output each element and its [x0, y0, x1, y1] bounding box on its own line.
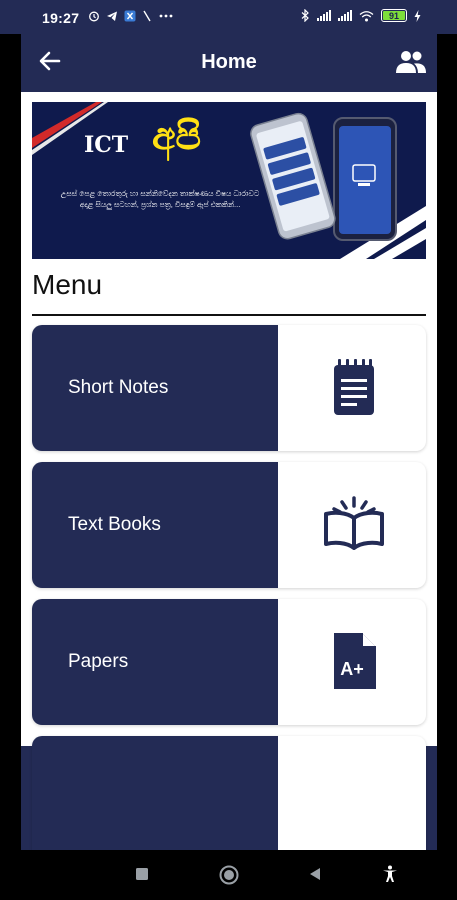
signal-icon — [317, 10, 331, 21]
menu-card-papers[interactable]: Papers A+ — [32, 599, 426, 725]
slash-icon — [143, 10, 151, 22]
menu-card-text-books[interactable]: Text Books — [32, 462, 426, 588]
status-icons-left — [88, 10, 174, 22]
status-icons-right: 91 — [301, 9, 421, 22]
system-nav-bar — [0, 850, 457, 900]
banner-brand-latin: ICT — [84, 132, 129, 158]
battery-percent: 91 — [388, 10, 399, 21]
promo-banner: ICT අපි උසස් පෙළ තොරතුරු හා සන්නිවේදන තා… — [32, 102, 426, 259]
menu-card-label: Short Notes — [68, 377, 169, 398]
circle-home-icon[interactable] — [219, 865, 239, 885]
people-icon[interactable] — [395, 48, 427, 76]
alarm-icon — [89, 11, 99, 22]
page-title: Home — [201, 51, 257, 73]
menu-card-label-panel — [32, 736, 278, 850]
banner-tagline: උසස් පෙළ තොරතුරු හා සන්නිවේදන තාක්ෂණය වි… — [60, 189, 260, 209]
app-bar: Home — [21, 34, 437, 92]
wifi-icon — [359, 10, 374, 21]
status-bar: 19:27 91 — [0, 0, 457, 34]
signal-icon — [338, 10, 352, 21]
triangle-back-icon[interactable] — [309, 867, 321, 881]
more-dots-icon — [159, 14, 173, 18]
status-time: 19:27 — [42, 10, 80, 26]
banner-brand-sinhala: අපි — [152, 116, 202, 158]
menu-card-short-notes[interactable]: Short Notes — [32, 325, 426, 451]
accessibility-icon[interactable] — [382, 865, 398, 883]
menu-card-label: Papers — [68, 651, 129, 672]
banner-graphic — [32, 102, 426, 259]
open-book-icon — [324, 496, 384, 550]
app-window: Home ICT අපි උසස් පෙළ තොරතුරු හා සන්නිවේ… — [21, 34, 437, 850]
menu-divider — [32, 314, 426, 316]
app-badge-icon — [124, 10, 136, 22]
bluetooth-icon — [301, 9, 309, 22]
menu-card-label: Text Books — [68, 514, 161, 535]
menu-heading: Menu — [32, 269, 103, 300]
grade-document-icon: A+ — [334, 633, 376, 689]
content-area: ICT අපි උසස් පෙළ තොරතුරු හා සන්නිවේදන තා… — [21, 92, 437, 850]
notepad-icon — [334, 359, 374, 415]
telegram-icon — [107, 11, 117, 21]
svg-text:A+: A+ — [340, 659, 364, 679]
square-recents-icon[interactable] — [135, 867, 149, 881]
charging-icon — [414, 9, 421, 22]
battery-icon: 91 — [381, 9, 407, 22]
menu-card-partial[interactable] — [32, 736, 426, 850]
